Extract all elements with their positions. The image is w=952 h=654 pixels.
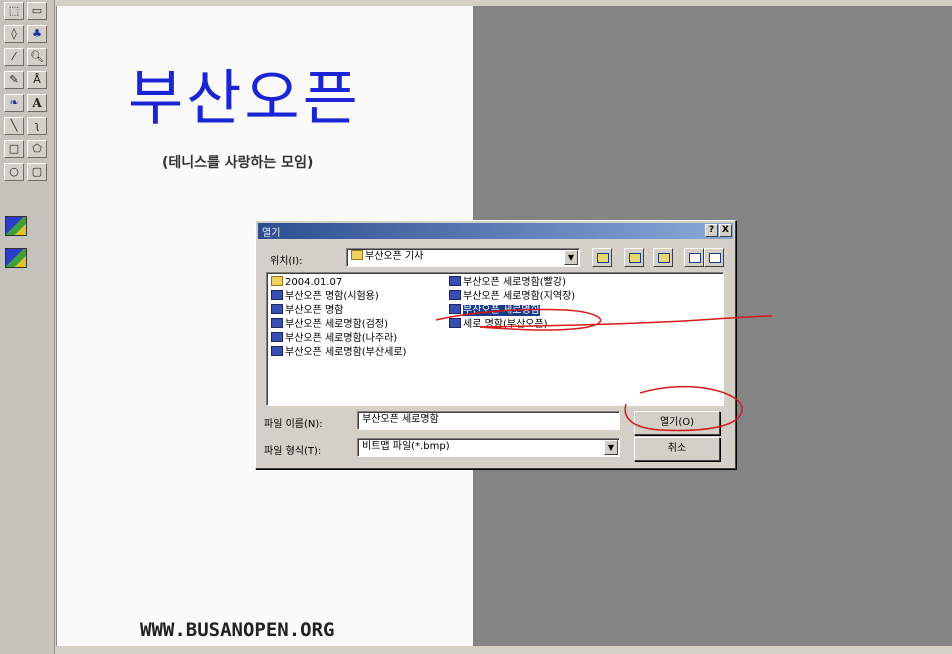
filetype-select[interactable]: 비트맵 파일(*.bmp) ▼ [357,438,620,457]
brush-icon[interactable]: Å [27,71,47,89]
canvas-subtitle-text: (테니스를 사랑하는 모임) [162,155,314,171]
file-name: 부산오픈 세로명함(나주라) [285,333,398,344]
file-name: 부산오픈 세로명함(지역장) [463,291,576,302]
color-swatch-secondary-icon[interactable] [5,248,27,268]
open-button[interactable]: 열기(O) [634,411,720,435]
file-name: 세로 명함(부산오픈) [463,319,548,330]
bitmap-file-icon [449,304,461,314]
file-name: 부산오픈 명함 [285,305,344,316]
desktop-icon [629,253,641,263]
bitmap-file-icon [449,318,461,328]
select-icon[interactable]: ⬚ [4,2,24,20]
filename-input[interactable]: 부산오픈 세로명함 [357,411,620,430]
folder-icon [271,276,283,286]
bitmap-file-icon [271,318,283,328]
help-button[interactable]: ? [705,224,718,237]
paint-app-window: ⬚ ▭ ◊ ♣ ⁄ 🔍︎ ✎ Å ❧ A ╲ ʅ □ ⬠ ○ ▢ 부산오픈 (테니스를 사랑하는 모임) WW… [0,0,952,654]
file-list-item[interactable]: 부산오픈 세로명함(나주라) [271,332,397,345]
filename-label: 파일 이름(N): [264,419,323,430]
rounded-rect-icon[interactable]: ▢ [27,163,47,181]
pencil-icon[interactable]: ✎ [4,71,24,89]
list-view-icon [689,253,701,263]
folder-list-item[interactable]: 2004.01.07 [271,276,342,289]
file-list-item[interactable]: 부산오픈 명함 [271,304,343,317]
magnifier-icon[interactable]: 🔍︎ [27,48,47,66]
dialog-title: 열기 [262,228,281,239]
file-list-item[interactable]: 부산오픈 명함(시험용) [271,290,379,303]
text-icon[interactable]: A [27,94,47,112]
color-swatch-icon[interactable] [5,216,27,236]
canvas-title-text: 부산오픈 [128,64,361,134]
file-list-item[interactable]: 부산오픈 세로명함(지역장) [449,290,575,303]
file-list-item[interactable]: 부산오픈 세로명함(검정) [271,318,388,331]
file-name: 부산오픈 세로명함(부산세로) [285,347,407,358]
polygon-icon[interactable]: ⬠ [27,140,47,158]
bitmap-file-icon [271,290,283,300]
canvas-url-text: WWW.BUSANOPEN.ORG [140,619,335,641]
bitmap-file-icon [271,346,283,356]
close-button[interactable]: X [719,224,732,237]
new-folder-icon [658,253,670,263]
fill-icon[interactable]: ♣ [27,25,47,43]
rectangle-icon[interactable]: □ [4,140,24,158]
open-file-dialog: 열기 ? X 위치(I): 부산오픈 기사 ▼ 2004.01.07 부산오픈 명… [255,220,736,469]
line-icon[interactable]: ╲ [4,117,24,135]
rect-select-icon[interactable]: ▭ [27,2,47,20]
desktop-button[interactable] [624,248,644,267]
picker-icon[interactable]: ⁄ [4,48,24,66]
folder-icon [351,250,363,260]
file-name: 부산오픈 세로명함(검정) [285,319,388,330]
file-name: 부산오픈 세로명함 [463,305,540,316]
file-list-item[interactable]: 부산오픈 세로명함 [449,304,540,317]
bitmap-file-icon [271,332,283,342]
file-name: 부산오픈 명함(시험용) [285,291,379,302]
location-dropdown-arrow-icon[interactable]: ▼ [564,250,578,265]
file-list-item[interactable]: 부산오픈 세로명함(빨강) [449,276,566,289]
dialog-titlebar[interactable]: 열기 ? X [258,223,733,239]
file-name: 2004.01.07 [285,277,343,288]
details-view-icon [709,253,721,263]
file-name: 부산오픈 세로명함(빨강) [463,277,566,288]
filetype-dropdown-arrow-icon[interactable]: ▼ [604,440,618,455]
up-folder-icon [597,253,609,263]
location-value: 부산오픈 기사 [365,251,424,262]
file-list-item[interactable]: 부산오픈 세로명함(부산세로) [271,346,406,359]
file-list[interactable]: 2004.01.07 부산오픈 명함(시험용) 부산오픈 명함부산오픈 세로명함(검… [266,272,724,406]
eraser-icon[interactable]: ◊ [4,25,24,43]
ellipse-icon[interactable]: ○ [4,163,24,181]
new-folder-button[interactable] [653,248,673,267]
list-view-button[interactable] [684,248,704,267]
bitmap-file-icon [271,304,283,314]
location-label: 위치(I): [270,256,303,267]
details-view-button[interactable] [704,248,724,267]
filetype-value: 비트맵 파일(*.bmp) [362,441,450,452]
curve-icon[interactable]: ʅ [27,117,47,135]
airbrush-icon[interactable]: ❧ [4,94,24,112]
bitmap-file-icon [449,290,461,300]
cancel-button[interactable]: 취소 [634,437,720,461]
bitmap-file-icon [449,276,461,286]
file-list-item[interactable]: 세로 명함(부산오픈) [449,318,548,331]
tool-palette: ⬚ ▭ ◊ ♣ ⁄ 🔍︎ ✎ Å ❧ A ╲ ʅ □ ⬠ ○ ▢ [0,0,55,654]
location-combo[interactable]: 부산오픈 기사 ▼ [346,248,580,267]
filetype-label: 파일 형식(T): [264,446,322,457]
up-folder-button[interactable] [592,248,612,267]
